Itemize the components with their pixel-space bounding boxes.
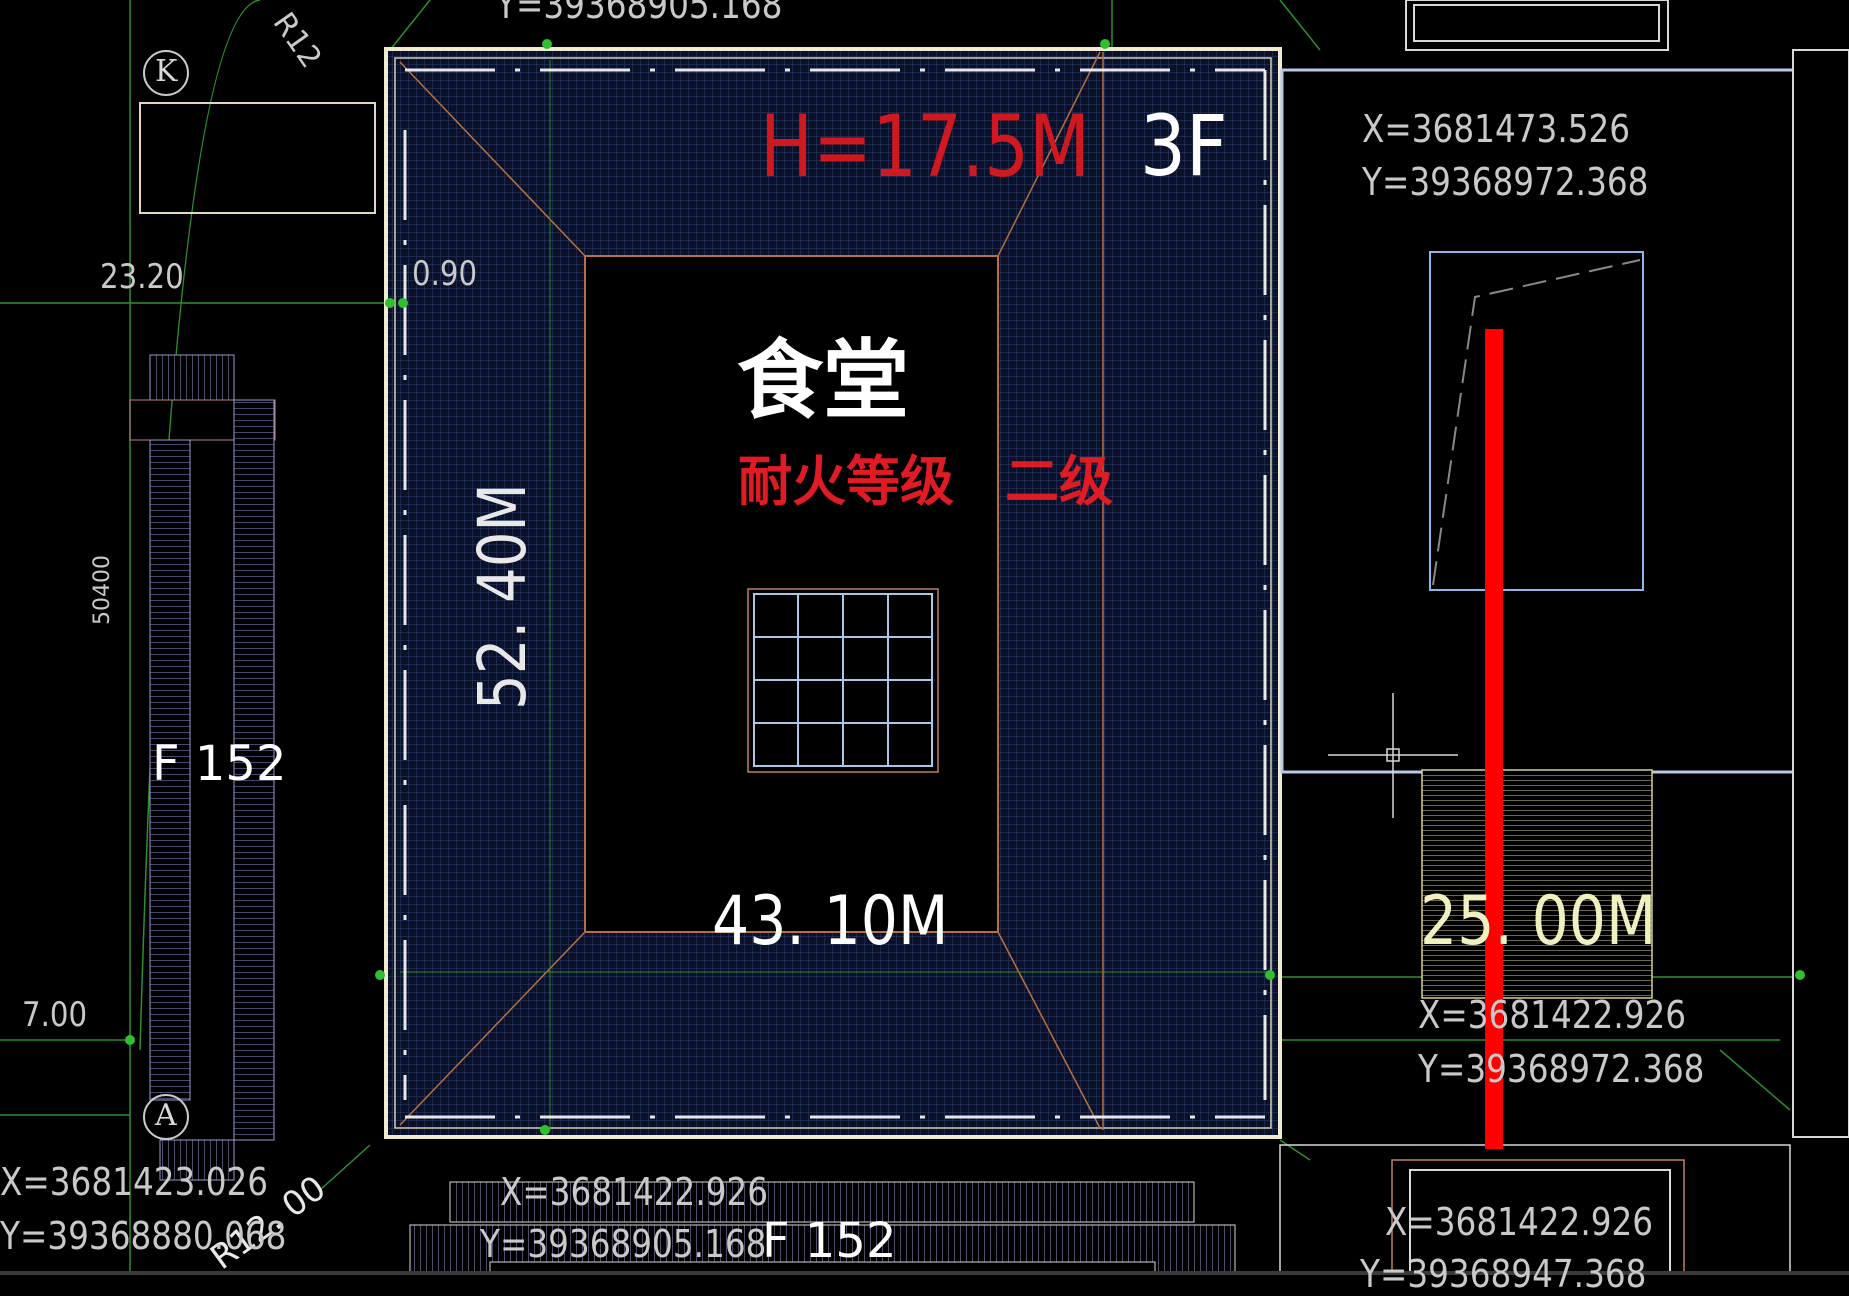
floor-label-left: F 152 [152, 736, 287, 792]
coord-right-mid-x: X=3681422.926 [1418, 993, 1687, 1037]
coord-right-mid-y: Y=39368972.368 [1418, 1047, 1705, 1091]
fire-rating-label: 耐火等级 [738, 450, 954, 513]
coord-right-top-y: Y=39368972.368 [1362, 160, 1649, 204]
coord-bottom-left-y: Y=39368880.068 [0, 1214, 287, 1258]
coord-bottom-mid-y: Y=39368905.168 [480, 1222, 767, 1266]
axis-a-label: A [155, 1098, 177, 1133]
dimension-horizontal: 43. 10M [712, 882, 949, 961]
building-name: 食堂 [737, 331, 909, 431]
coord-bottom-mid-x: X=3681422.926 [500, 1170, 769, 1214]
dimension-7-00: 7.00 [22, 995, 88, 1035]
dimension-vertical: 52. 40M [464, 483, 541, 710]
dimension-23-20: 23.20 [100, 257, 184, 297]
coord-bottom-left-x: X=3681423.026 [0, 1160, 269, 1204]
coord-right-bottom-x: X=3681422.926 [1385, 1200, 1654, 1244]
coord-right-bottom-y: Y=39368947.368 [1360, 1252, 1647, 1296]
dimension-0-90: 0.90 [412, 254, 478, 294]
coord-right-top-x: X=3681473.526 [1362, 107, 1631, 151]
fire-rating-value: 二级 [1005, 450, 1113, 513]
right-building-length: 25. 00M [1420, 882, 1657, 961]
building-height: H=17.5M [760, 97, 1090, 197]
dimension-50400: 50400 [90, 555, 115, 625]
left-strip-building[interactable] [129, 50, 376, 1181]
coord-top-y: Y=39368905.168 [496, 0, 783, 27]
building-floors: 3F [1140, 97, 1228, 195]
axis-k-label: K [155, 54, 178, 89]
floor-label-bottom: F 152 [762, 1213, 897, 1269]
